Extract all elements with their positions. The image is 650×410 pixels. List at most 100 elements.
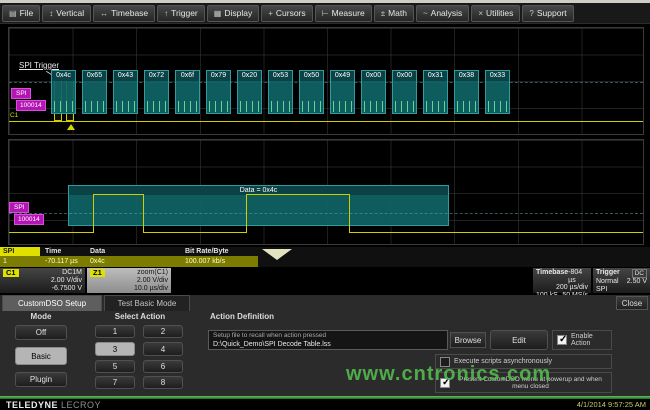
menu-analysis-label: Analysis <box>431 8 463 18</box>
site-watermark: www.cntronics.com <box>346 363 551 386</box>
menu-timebase[interactable]: ↔Timebase <box>93 5 155 22</box>
mode-plugin-button[interactable]: Plugin <box>15 372 67 387</box>
math-icon: ± <box>381 9 385 18</box>
setup-file-caption: Setup file to recall when action pressed <box>213 332 443 340</box>
menu-cursors-label: Cursors <box>276 8 306 18</box>
vertical-icon: ↕ <box>49 9 53 18</box>
select-action-section-header: Select Action <box>95 312 185 321</box>
bit-transitions <box>116 101 135 112</box>
decode-byte-box: 0x65 <box>82 70 107 114</box>
action-button-4[interactable]: 4 <box>143 342 183 356</box>
byte-label: 0x53 <box>269 71 292 81</box>
menu-math-label: Math <box>388 8 407 18</box>
menu-utilities[interactable]: ×Utilities <box>471 5 520 22</box>
byte-label: 0x43 <box>114 71 137 81</box>
mode-basic-button[interactable]: Basic <box>15 347 67 365</box>
decode-byte-box: 0x33 <box>485 70 510 114</box>
z1-scale: 2.00 V/div <box>137 277 168 285</box>
action-definition-section-header: Action Definition <box>210 312 274 321</box>
decode-byte-box: 0x00 <box>392 70 417 114</box>
c1-coupling: DC1M <box>62 269 82 277</box>
main-waveform-grid: SPI Trigger 0x4c 0x65 0x43 0x72 0x6f 0x7… <box>8 27 644 135</box>
action-button-6[interactable]: 6 <box>143 360 183 373</box>
setup-file-path: D:\Quick_Demo\SPI Decode Table.lss <box>213 340 443 349</box>
bit-transitions <box>209 101 228 112</box>
descriptor-row: C1DC1M 2.00 V/div -6.7500 V Z1zoom(C1) 2… <box>0 268 650 293</box>
byte-label: 0x65 <box>83 71 106 81</box>
menu-display[interactable]: ▦Display <box>207 5 259 22</box>
display-icon: ▦ <box>214 9 222 18</box>
timebase-descriptor-box[interactable]: Timebase-804 µs 200 µs/div 100 kS50 MS/s <box>533 268 591 293</box>
mode-section-header: Mode <box>10 312 72 321</box>
row-bitrate: 100.007 kb/s <box>185 256 225 267</box>
action-button-7[interactable]: 7 <box>95 376 135 389</box>
bit-transitions <box>364 101 383 112</box>
byte-label: 0x6f <box>176 71 199 81</box>
menu-bar: ▤File ↕Vertical ↔Timebase ↑Trigger ▦Disp… <box>0 3 650 24</box>
menu-file-label: File <box>20 8 34 18</box>
byte-label: 0x20 <box>238 71 261 81</box>
zoom-trace-segment <box>93 194 143 195</box>
timebase-label: Timebase <box>536 269 568 284</box>
zoom-waveform-grid: Data = 0x4c SPI 100014 <box>8 139 644 245</box>
close-button[interactable]: Close <box>616 296 648 310</box>
decode-byte-box: 0x72 <box>144 70 169 114</box>
menu-utilities-label: Utilities <box>486 8 513 18</box>
action-button-3[interactable]: 3 <box>95 342 135 356</box>
table-expand-arrow-icon[interactable] <box>262 249 292 260</box>
menu-measure-label: Measure <box>332 8 365 18</box>
action-button-2[interactable]: 2 <box>143 325 183 338</box>
bit-transitions <box>426 101 445 112</box>
spi-trace-badge[interactable]: SPI 100014 <box>11 88 46 111</box>
byte-label: 0x49 <box>331 71 354 81</box>
measure-icon: ⊢ <box>322 9 329 18</box>
decode-byte-box: 0x49 <box>330 70 355 114</box>
enable-action-option[interactable]: Enable Action <box>552 330 612 350</box>
decode-byte-box: 0x43 <box>113 70 138 114</box>
zoom-trace-segment <box>349 232 643 233</box>
cursors-icon: + <box>268 9 273 18</box>
bit-transitions <box>85 101 104 112</box>
byte-label: 0x31 <box>424 71 447 81</box>
menu-timebase-label: Timebase <box>111 8 148 18</box>
c1-descriptor-box[interactable]: C1DC1M 2.00 V/div -6.7500 V <box>0 268 85 293</box>
action-button-1[interactable]: 1 <box>95 325 135 338</box>
trigger-descriptor-box[interactable]: TriggerDC Normal2.50 V SPI <box>593 268 650 293</box>
edit-button[interactable]: Edit <box>490 330 548 350</box>
z1-descriptor-box[interactable]: Z1zoom(C1) 2.00 V/div 10.0 µs/div <box>87 268 171 293</box>
trigger-mode: Normal <box>596 278 619 286</box>
zoom-trace-edge <box>349 194 350 233</box>
menu-analysis[interactable]: ~Analysis <box>416 5 469 22</box>
enable-action-label: Enable Action <box>571 333 607 347</box>
bit-transitions <box>488 101 507 112</box>
bit-transitions <box>457 101 476 112</box>
menu-file[interactable]: ▤File <box>2 5 40 22</box>
zoom-decode-box: Data = 0x4c <box>68 185 449 226</box>
tab-customdso-setup[interactable]: CustomDSO Setup <box>2 295 102 311</box>
footer-bar: TELEDYNELECROY 4/1/2014 9:57:25 AM <box>0 399 650 410</box>
clock-timestamp: 4/1/2014 9:57:25 AM <box>577 400 646 409</box>
row-data: 0x4c <box>90 256 105 267</box>
decode-table-row[interactable]: 1 -70.117 µs 0x4c 100.007 kb/s <box>0 256 258 267</box>
tab-test-basic-mode[interactable]: Test Basic Mode <box>104 295 190 311</box>
browse-button[interactable]: Browse <box>450 332 486 348</box>
spi-zoom-trace-badge[interactable]: SPI 100014 <box>9 202 44 225</box>
byte-label: 0x4c <box>52 71 75 81</box>
menu-math[interactable]: ±Math <box>374 5 414 22</box>
bit-transitions <box>271 101 290 112</box>
enable-action-checkbox[interactable] <box>557 335 567 345</box>
menu-trigger[interactable]: ↑Trigger <box>157 5 205 22</box>
action-button-8[interactable]: 8 <box>143 376 183 389</box>
menu-cursors[interactable]: +Cursors <box>261 5 312 22</box>
trigger-position-marker[interactable] <box>67 124 75 130</box>
trigger-icon: ↑ <box>164 9 168 18</box>
byte-label: 0x00 <box>393 71 416 81</box>
menu-measure[interactable]: ⊢Measure <box>315 5 372 22</box>
action-button-5[interactable]: 5 <box>95 360 135 373</box>
mode-off-button[interactable]: Off <box>15 325 67 340</box>
menu-support[interactable]: ?Support <box>522 5 573 22</box>
menu-vertical[interactable]: ↕Vertical <box>42 5 91 22</box>
timebase-delay: -804 µs <box>568 269 588 284</box>
setup-file-field[interactable]: Setup file to recall when action pressed… <box>208 330 448 350</box>
c1-trace-marker: C1 <box>10 112 18 119</box>
